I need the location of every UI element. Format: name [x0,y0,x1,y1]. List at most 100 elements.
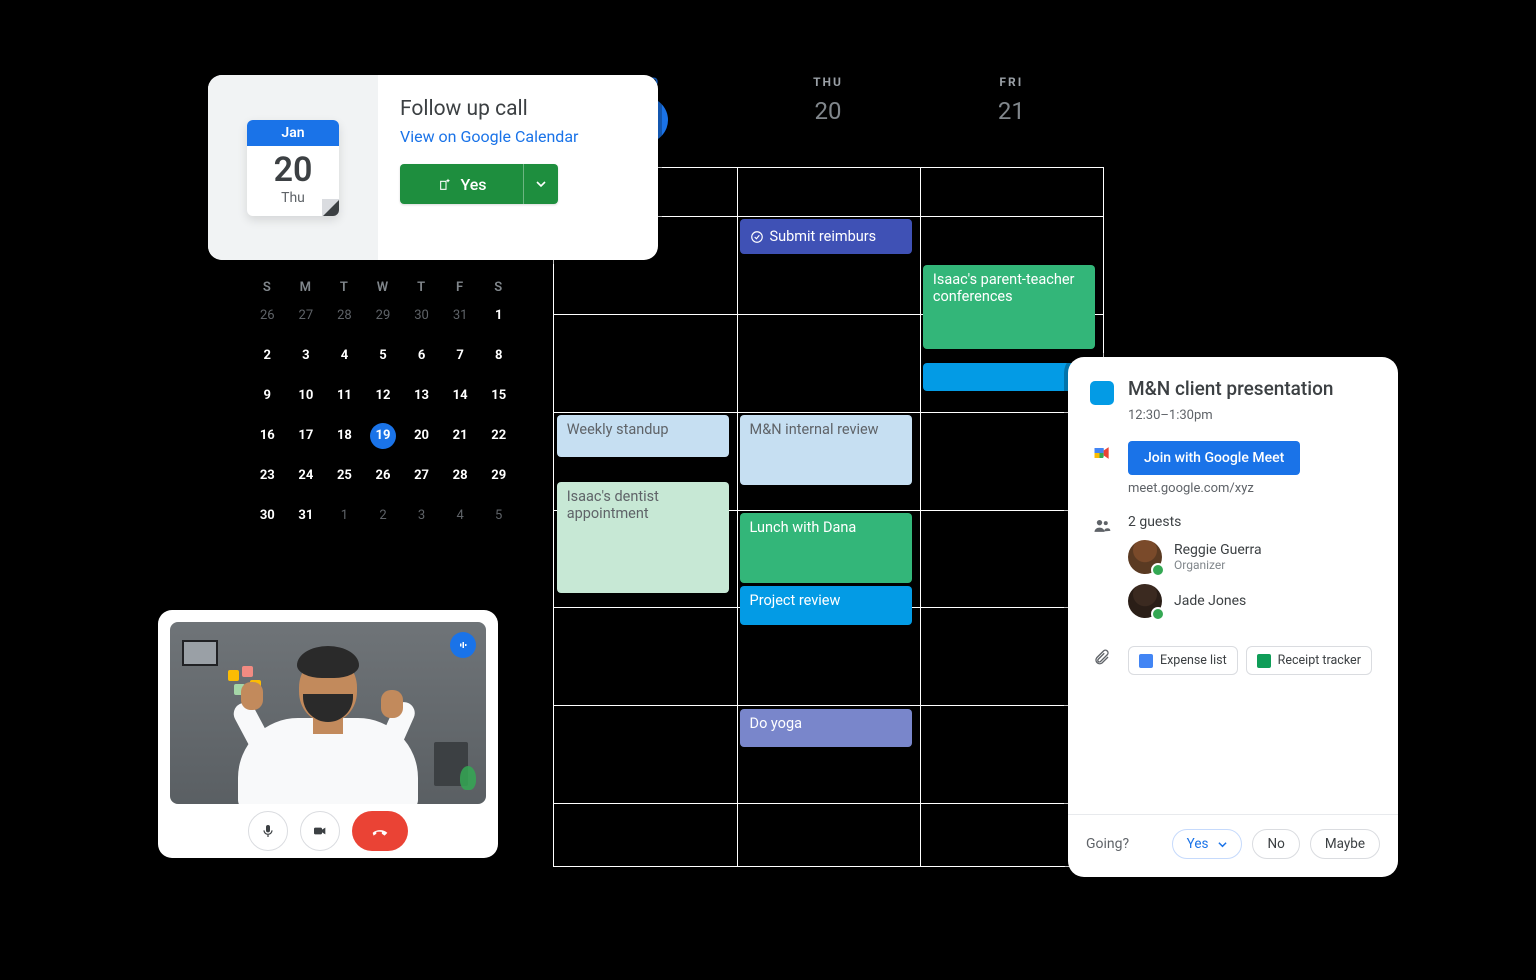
docs-icon [1139,654,1153,668]
camera-icon [312,823,328,839]
badge-day: 20 [247,146,339,190]
week-body[interactable]: Submit reimburs Isaac's parent-teacher c… [553,167,1103,867]
mini-cal-day[interactable]: 30 [402,303,441,329]
rsvp-dropdown-button[interactable] [524,164,558,204]
mini-month-calendar[interactable]: SMTWTFS 26272829303112345678910111213141… [248,280,518,529]
event-submit-reimburs[interactable]: Submit reimburs [740,219,912,254]
mini-cal-day[interactable]: 30 [248,503,287,529]
speaking-icon [450,632,476,658]
video-feed[interactable] [170,622,486,804]
event-detail-time: 12:30–1:30pm [1128,408,1376,423]
going-label: Going? [1086,836,1129,852]
event-weekly-standup[interactable]: Weekly standup [557,415,729,457]
mini-cal-day[interactable]: 26 [248,303,287,329]
mini-cal-day[interactable]: 4 [441,503,480,529]
day-label: THU [736,75,919,89]
rsvp-maybe-pill[interactable]: Maybe [1310,829,1380,859]
mini-cal-dow: F [441,280,480,295]
day-label: FRI [920,75,1103,89]
mini-cal-day[interactable]: 26 [364,463,403,489]
guest-row[interactable]: Jade Jones [1128,584,1376,618]
mini-cal-day[interactable]: 25 [325,463,364,489]
mini-cal-day[interactable]: 11 [325,383,364,409]
mini-cal-day[interactable]: 31 [441,303,480,329]
mini-cal-day[interactable]: 2 [364,503,403,529]
mini-cal-day[interactable]: 7 [441,343,480,369]
followup-card: Jan 20 Thu Follow up call View on Google… [208,75,658,260]
event-color-icon [1090,381,1114,405]
event-project-review[interactable]: Project review [740,586,912,624]
event-dentist[interactable]: Isaac's dentist appointment [557,482,729,594]
avatar [1128,540,1162,574]
event-lunch[interactable]: Lunch with Dana [740,513,912,583]
mini-cal-day[interactable]: 5 [479,503,518,529]
mini-cal-day[interactable]: 8 [479,343,518,369]
event-do-yoga[interactable]: Do yoga [740,709,912,747]
participant-avatar [233,650,423,804]
guest-row[interactable]: Reggie Guerra Organizer [1128,540,1376,574]
followup-title: Follow up call [400,97,636,121]
mini-cal-day[interactable]: 16 [248,423,287,449]
mini-cal-day[interactable]: 9 [248,383,287,409]
mini-cal-day[interactable]: 28 [325,303,364,329]
accepted-icon [1151,607,1165,621]
guests-count: 2 guests [1128,514,1376,530]
view-on-calendar-link[interactable]: View on Google Calendar [400,127,636,146]
event-isaac-conferences[interactable]: Isaac's parent-teacher conferences [923,265,1095,349]
mini-cal-day[interactable]: 6 [402,343,441,369]
mini-cal-day[interactable]: 21 [441,423,480,449]
mini-cal-day[interactable]: 13 [402,383,441,409]
mini-cal-day[interactable]: 27 [287,303,326,329]
mini-cal-day[interactable]: 23 [248,463,287,489]
mic-button[interactable] [248,811,288,851]
mini-cal-day[interactable]: 4 [325,343,364,369]
rsvp-no-pill[interactable]: No [1252,829,1299,859]
mini-cal-day[interactable]: 29 [364,303,403,329]
rsvp-yes-split-button[interactable]: Yes [400,164,558,204]
mini-cal-day[interactable]: 5 [364,343,403,369]
mini-cal-day[interactable]: 2 [248,343,287,369]
mini-cal-day[interactable]: 31 [287,503,326,529]
guest-role: Organizer [1174,558,1262,572]
event-detail-card: M&N client presentation 12:30–1:30pm Joi… [1068,357,1398,877]
day-header-fri[interactable]: FRI 21 [920,75,1103,149]
mini-cal-grid[interactable]: 2627282930311234567891011121314151617181… [248,303,518,529]
mini-cal-day[interactable]: 29 [479,463,518,489]
attachment-receipt-tracker[interactable]: Receipt tracker [1246,646,1372,675]
mini-cal-day[interactable]: 10 [287,383,326,409]
mini-cal-dow: S [479,280,518,295]
meet-url[interactable]: meet.google.com/xyz [1128,481,1300,496]
day-header-thu[interactable]: THU 20 [736,75,919,149]
mini-cal-day[interactable]: 1 [479,303,518,329]
mini-cal-day[interactable]: 20 [402,423,441,449]
mini-cal-day[interactable]: 28 [441,463,480,489]
day-number: 20 [736,97,919,125]
mini-cal-day[interactable]: 27 [402,463,441,489]
badge-month: Jan [247,120,339,146]
mini-cal-day[interactable]: 24 [287,463,326,489]
mini-cal-dow: M [287,280,326,295]
mini-cal-day[interactable]: 3 [287,343,326,369]
mini-cal-day[interactable]: 12 [364,383,403,409]
mini-cal-day[interactable]: 1 [325,503,364,529]
caret-down-icon [1218,840,1227,849]
mini-cal-day[interactable]: 22 [479,423,518,449]
camera-button[interactable] [300,811,340,851]
mini-cal-dow: W [364,280,403,295]
attachment-expense-list[interactable]: Expense list [1128,646,1238,675]
mini-cal-day[interactable]: 18 [325,423,364,449]
mini-cal-day[interactable]: 15 [479,383,518,409]
mini-cal-day[interactable]: 19 [364,423,403,449]
join-meet-button[interactable]: Join with Google Meet [1128,441,1300,475]
call-controls [158,804,498,858]
caret-down-icon [536,179,546,189]
hangup-button[interactable] [352,811,408,851]
mini-cal-day[interactable]: 3 [402,503,441,529]
followup-date-badge: Jan 20 Thu [208,75,378,260]
mini-cal-day[interactable]: 17 [287,423,326,449]
rsvp-yes-button[interactable]: Yes [400,164,524,204]
rsvp-yes-pill[interactable]: Yes [1172,829,1243,859]
event-mn-review[interactable]: M&N internal review [740,415,912,485]
mini-cal-day[interactable]: 14 [441,383,480,409]
phone-hangup-icon [369,820,391,842]
